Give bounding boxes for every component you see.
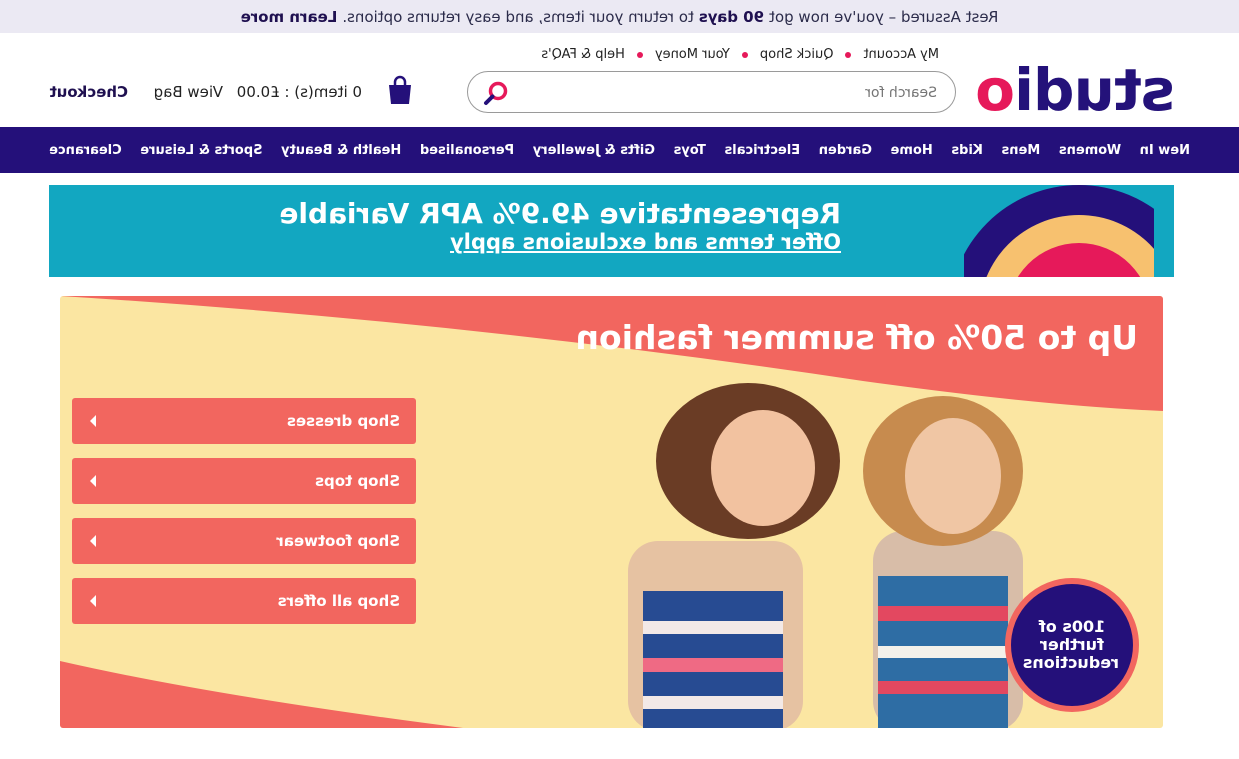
separator-dot-icon <box>741 51 748 58</box>
main-nav: New In Womens Mens Kids Home Garden Elec… <box>0 127 1239 173</box>
bag-icon[interactable] <box>387 75 413 105</box>
models-photo <box>628 383 1023 728</box>
search-input[interactable] <box>555 81 939 105</box>
announcement-bold: 90 days <box>698 7 765 26</box>
shop-all-offers-button[interactable]: Shop all offers <box>72 578 416 624</box>
help-faq-link[interactable]: Help & FAQ's <box>541 47 625 62</box>
nav-item-clearance[interactable]: Clearance <box>49 143 122 158</box>
search-box <box>467 71 956 113</box>
separator-dot-icon <box>845 51 852 58</box>
decorative-arcs <box>964 185 1174 277</box>
learn-more-link[interactable]: Learn more <box>241 8 338 26</box>
nav-item-gifts-jewellery[interactable]: Gifts & Jewellery <box>533 143 655 158</box>
shop-dresses-button[interactable]: Shop dresses <box>72 398 416 444</box>
nav-item-new-in[interactable]: New In <box>1140 143 1190 158</box>
hero-title: Up to 50% off summer fashion <box>575 318 1139 357</box>
quick-shop-link[interactable]: Quick Shop <box>760 47 834 62</box>
shop-tops-button[interactable]: Shop tops <box>72 458 416 504</box>
nav-item-mens[interactable]: Mens <box>1002 143 1041 158</box>
nav-item-womens[interactable]: Womens <box>1059 143 1121 158</box>
nav-item-sports-leisure[interactable]: Sports & Leisure <box>140 143 262 158</box>
summer-fashion-hero: Up to 50% off summer fashion Shop dresse… <box>60 296 1163 728</box>
nav-item-garden[interactable]: Garden <box>819 143 872 158</box>
nav-item-home[interactable]: Home <box>891 143 933 158</box>
page: Rest Assured – you've now got 90 days to… <box>0 0 1239 759</box>
shop-all-offers-label: Shop all offers <box>277 592 400 610</box>
apr-terms-link[interactable]: Offer terms and exclusions apply <box>450 230 841 254</box>
nav-item-health-beauty[interactable]: Health & Beauty <box>281 143 401 158</box>
nav-item-personalised[interactable]: Personalised <box>420 143 514 158</box>
arrow-right-icon <box>90 595 96 607</box>
account-links: My Account Quick Shop Your Money Help & … <box>541 47 939 62</box>
checkout-link[interactable]: Checkout <box>50 83 128 101</box>
apr-headline: Representative 49.9% APR Variable <box>279 197 841 230</box>
announcement-post: to return your items, and easy returns o… <box>342 7 694 26</box>
announcement-bar: Rest Assured – you've now got 90 days to… <box>0 0 1239 33</box>
view-bag-link[interactable]: View Bag <box>154 83 223 101</box>
shop-footwear-label: Shop footwear <box>276 532 400 550</box>
your-money-link[interactable]: Your Money <box>655 47 730 62</box>
my-account-link[interactable]: My Account <box>863 47 939 62</box>
nav-item-electricals[interactable]: Electricals <box>724 143 800 158</box>
arrow-right-icon <box>90 535 96 547</box>
hero-background <box>60 296 1163 728</box>
bag-summary: 0 item(s) : £0.00 <box>236 83 362 101</box>
shop-footwear-button[interactable]: Shop footwear <box>72 518 416 564</box>
apr-banner[interactable]: Representative 49.9% APR Variable Offer … <box>49 185 1174 277</box>
studio-logo[interactable]: studio <box>976 55 1175 125</box>
separator-dot-icon <box>636 51 643 58</box>
search-icon[interactable] <box>482 79 510 107</box>
arrow-right-icon <box>90 415 96 427</box>
shop-tops-label: Shop tops <box>315 472 400 490</box>
arrow-right-icon <box>90 475 96 487</box>
shop-dresses-label: Shop dresses <box>286 412 400 430</box>
site-header: studio My Account Quick Shop Your Money … <box>0 33 1239 128</box>
badge-text: 100s of further reductions <box>1022 617 1119 672</box>
further-reductions-badge[interactable]: 100s of further reductions <box>1005 578 1139 712</box>
nav-item-toys[interactable]: Toys <box>674 143 706 158</box>
nav-item-kids[interactable]: Kids <box>951 143 983 158</box>
announcement-pre: Rest Assured – you've now got <box>769 7 999 26</box>
